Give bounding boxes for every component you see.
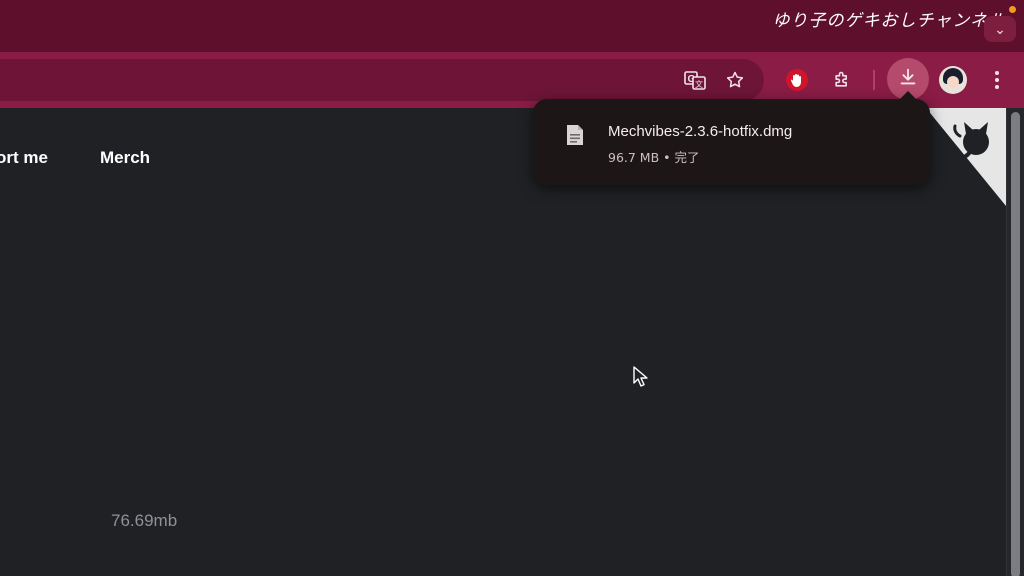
svg-text:文: 文	[695, 79, 703, 89]
download-file-meta: 96.7 MB • 完了	[608, 147, 700, 166]
translate-icon[interactable]: G 文	[680, 65, 710, 95]
adblock-stop-icon[interactable]	[782, 65, 812, 95]
nav-support-link[interactable]: ort me	[0, 148, 48, 168]
tab-search-button[interactable]: ⌄	[984, 16, 1016, 42]
file-size-label: 76.69mb	[111, 511, 178, 530]
extensions-puzzle-icon[interactable]	[827, 65, 857, 95]
tab-strip: ゆり子のゲキおしチャンネル ⌄	[0, 0, 1024, 52]
scrollbar-thumb[interactable]	[1011, 112, 1020, 576]
toolbar-separator	[873, 70, 875, 90]
meta-separator: •	[663, 150, 671, 165]
download-icon	[897, 66, 919, 93]
github-corner-icon[interactable]	[926, 108, 1006, 206]
notification-dot	[1009, 6, 1016, 13]
download-file-name[interactable]: Mechvibes-2.3.6-hotfix.dmg	[608, 123, 792, 140]
kebab-menu-icon[interactable]	[982, 65, 1012, 95]
address-bar[interactable]	[0, 59, 764, 101]
file-icon	[567, 125, 583, 145]
mouse-cursor-icon	[633, 366, 648, 387]
bookmark-star-icon[interactable]	[720, 65, 750, 95]
page-scrollbar[interactable]	[1006, 108, 1024, 576]
profile-avatar[interactable]	[939, 66, 967, 94]
download-status: 完了	[674, 150, 700, 165]
download-file-size: 96.7 MB	[608, 150, 660, 165]
nav-merch-link[interactable]: Merch	[100, 148, 150, 168]
chevron-down-icon: ⌄	[994, 20, 1006, 37]
download-bubble: Mechvibes-2.3.6-hotfix.dmg 96.7 MB • 完了	[533, 91, 930, 185]
channel-title: ゆり子のゲキおしチャンネル	[772, 11, 1006, 31]
